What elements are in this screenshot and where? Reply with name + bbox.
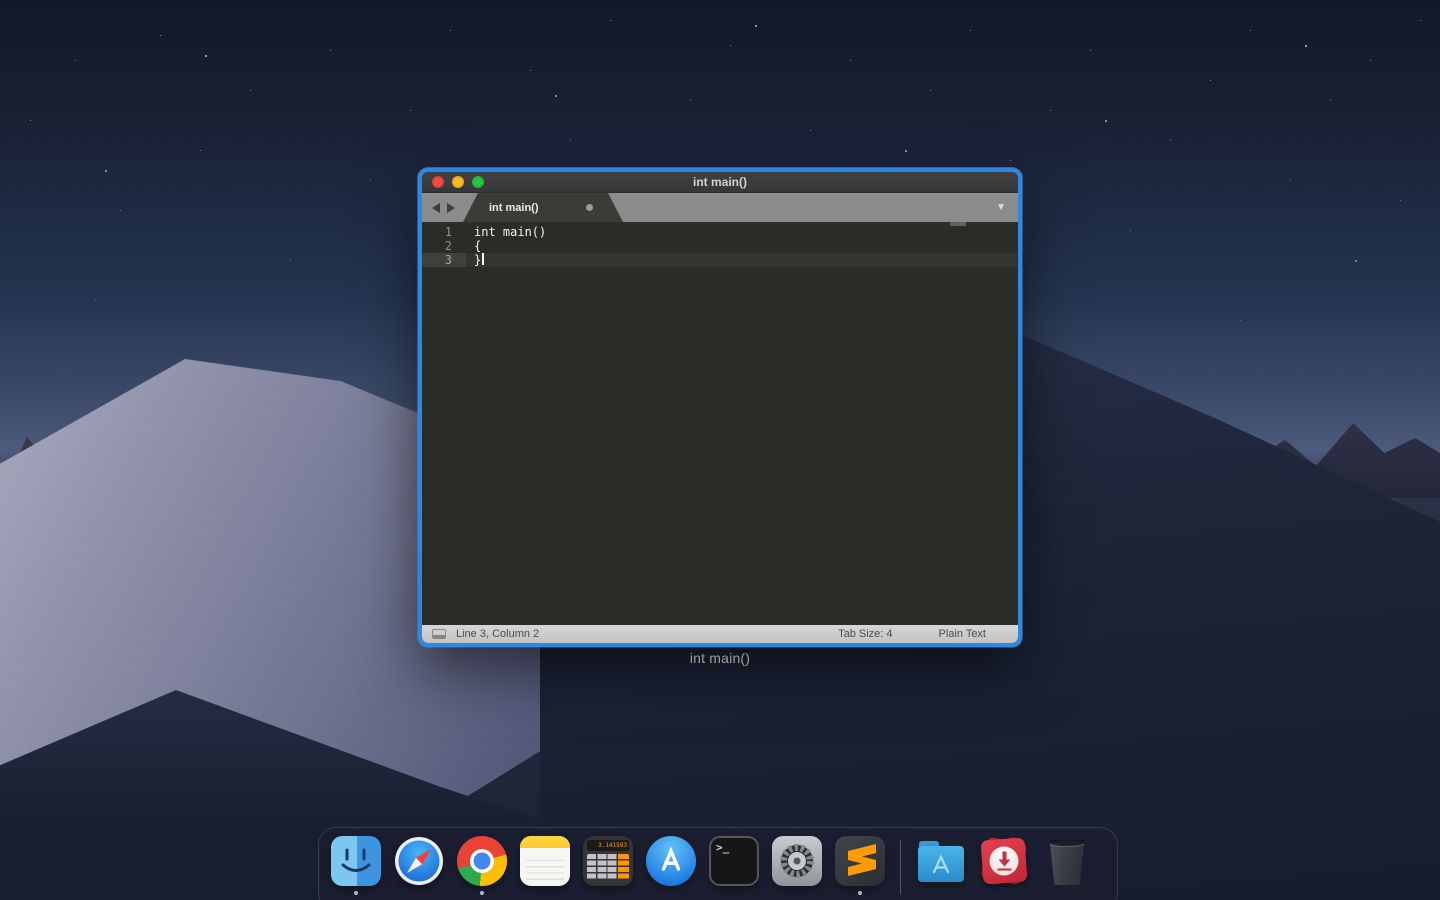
dock-separator: [900, 840, 901, 894]
dock-notes[interactable]: [520, 836, 570, 886]
calculator-icon: 3.141593: [583, 836, 633, 886]
code-text: {: [474, 239, 481, 253]
finder-icon: [331, 836, 381, 886]
zoom-button[interactable]: [472, 176, 484, 188]
modified-indicator-icon: [586, 204, 593, 211]
tab-overflow-icon[interactable]: ▼: [996, 203, 1006, 213]
app-store-icon: [646, 836, 696, 886]
dock-app-store[interactable]: [646, 836, 696, 886]
minimize-button[interactable]: [452, 176, 464, 188]
cursor-position-label: Line 3, Column 2: [456, 628, 539, 640]
dock: 3.141593 >_: [318, 827, 1118, 900]
code-line[interactable]: 2{: [422, 239, 1018, 253]
status-bar: Line 3, Column 2 Tab Size: 4 Plain Text: [422, 625, 1018, 643]
close-button[interactable]: [432, 176, 444, 188]
safari-icon: [394, 836, 444, 886]
back-arrow-icon[interactable]: [432, 203, 440, 213]
tab-size-label[interactable]: Tab Size: 4: [838, 628, 892, 640]
tab-int-main[interactable]: int main(): [463, 193, 623, 222]
window-title: int main(): [693, 175, 747, 189]
code-text: }: [474, 253, 481, 267]
notes-icon: [520, 836, 570, 886]
show-panel-icon[interactable]: [432, 629, 446, 639]
download-arrow-icon: [990, 847, 1019, 876]
forward-arrow-icon[interactable]: [447, 203, 455, 213]
stars: [0, 0, 1, 1]
window-titlebar[interactable]: int main(): [422, 172, 1018, 193]
sublime-text-icon: [835, 836, 885, 886]
terminal-icon: >_: [709, 836, 759, 886]
chrome-icon: [457, 836, 507, 886]
calculator-display: 3.141593: [587, 840, 629, 851]
text-cursor: [482, 253, 484, 265]
dock-safari[interactable]: [394, 836, 444, 886]
traffic-lights: [432, 172, 484, 192]
gear-icon: [772, 836, 822, 886]
code-line[interactable]: 1 int main(): [422, 225, 1018, 239]
line-number: 1: [422, 225, 466, 239]
line-number: 3: [422, 253, 466, 267]
syntax-label[interactable]: Plain Text: [939, 628, 987, 640]
sublime-window: int main() int main() ▼ 1int main() 2{ 3…: [418, 168, 1022, 647]
dock-finder[interactable]: [331, 836, 381, 886]
dock-trash[interactable]: [1042, 836, 1092, 886]
editor[interactable]: 1int main() 2{ 3}: [422, 222, 1018, 625]
dock-downloads[interactable]: [979, 836, 1029, 886]
dock-calculator[interactable]: 3.141593: [583, 836, 633, 886]
trash-icon: [1048, 838, 1086, 885]
window-caption: int main(): [418, 650, 1022, 666]
terminal-prompt: >_: [716, 841, 729, 854]
tab-label: int main(): [489, 202, 539, 214]
scrollbar-thumb[interactable]: [950, 222, 966, 226]
dock-applications-folder[interactable]: [916, 836, 966, 886]
dock-sublime-text[interactable]: [835, 836, 885, 886]
mountains-right: [1130, 398, 1440, 498]
dock-system-preferences[interactable]: [772, 836, 822, 886]
tab-bar: int main() ▼: [422, 193, 1018, 222]
code-line-current[interactable]: 3}: [422, 253, 1018, 267]
code-text: int main(): [474, 225, 546, 239]
dock-terminal[interactable]: >_: [709, 836, 759, 886]
tab-nav-arrows: [422, 193, 463, 222]
calculator-keys: [587, 854, 629, 880]
line-number: 2: [422, 239, 466, 253]
dock-chrome[interactable]: [457, 836, 507, 886]
stars-bright: [0, 0, 2, 2]
